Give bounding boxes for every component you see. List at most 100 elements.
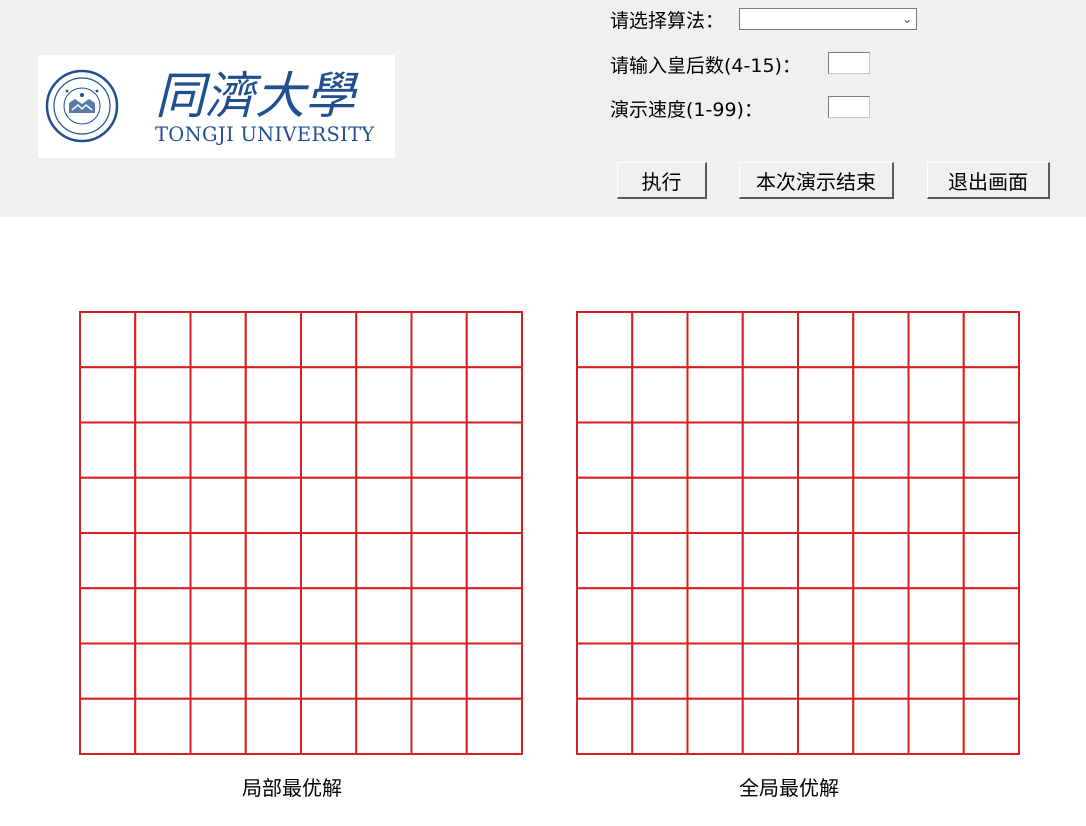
university-seal-icon [45,69,119,143]
board-cell [355,642,413,700]
board-cell [852,697,910,755]
board-cell [797,311,855,369]
board-cell [300,311,358,369]
board-cell [355,421,413,479]
board-cell [300,421,358,479]
board-cell [797,587,855,645]
board-cell [907,532,965,590]
board-cell [962,642,1020,700]
board-cell [962,697,1020,755]
board-cell [134,697,192,755]
chevron-down-icon[interactable]: ⌄ [902,11,912,27]
board-cell [686,311,744,369]
board-cell [465,476,523,534]
speed-input[interactable] [828,96,870,118]
board-cell [79,476,137,534]
board-cell [134,366,192,424]
board-cell [300,532,358,590]
board-cell [686,421,744,479]
board-cell [79,366,137,424]
board-cell [907,476,965,534]
board-cell [244,642,302,700]
local-optimum-board [79,311,523,755]
board-cell [797,476,855,534]
board-cell [907,421,965,479]
board-cell [300,642,358,700]
board-cell [244,366,302,424]
run-button[interactable]: 执行 [617,162,707,199]
board-cell [797,697,855,755]
board-cell [686,587,744,645]
board-cell [741,421,799,479]
board-cell [189,421,247,479]
board-cell [852,476,910,534]
board-cell [410,587,468,645]
board-cell [962,476,1020,534]
board-cell [631,642,689,700]
board-cell [465,697,523,755]
global-optimum-title: 全局最优解 [739,776,839,800]
board-cell [79,587,137,645]
university-logo: 同濟大學 TONGJI UNIVERSITY [38,55,395,158]
queens-input[interactable] [828,52,870,74]
board-cell [686,697,744,755]
board-cell [962,421,1020,479]
svg-text:同濟大學: 同濟大學 [155,67,359,125]
board-cell [907,311,965,369]
board-cell [244,587,302,645]
board-cell [465,642,523,700]
logo-english-name: TONGJI UNIVERSITY [155,123,375,146]
board-cell [631,697,689,755]
board-cell [907,697,965,755]
board-cell [852,532,910,590]
board-cell [134,642,192,700]
board-cell [79,642,137,700]
board-cell [134,311,192,369]
board-cell [355,587,413,645]
board-cell [741,587,799,645]
exit-button[interactable]: 退出画面 [927,162,1050,199]
board-cell [465,587,523,645]
board-cell [465,366,523,424]
board-cell [852,366,910,424]
board-cell [631,311,689,369]
board-cell [244,311,302,369]
board-cell [741,642,799,700]
board-cell [300,587,358,645]
board-cell [576,476,634,534]
board-cell [465,532,523,590]
board-cell [465,311,523,369]
board-cell [576,366,634,424]
board-cell [410,642,468,700]
board-cell [410,311,468,369]
board-cell [576,311,634,369]
board-cell [79,532,137,590]
board-cell [797,642,855,700]
algorithm-select[interactable]: ⌄ [739,8,917,30]
board-cell [189,476,247,534]
end-demo-button[interactable]: 本次演示结束 [739,162,894,199]
board-cell [244,697,302,755]
board-cell [244,421,302,479]
board-cell [576,532,634,590]
board-cell [631,532,689,590]
board-cell [631,421,689,479]
speed-label: 演示速度(1-99)： [610,99,763,121]
board-cell [852,587,910,645]
board-cell [852,642,910,700]
board-cell [79,421,137,479]
board-cell [741,476,799,534]
board-cell [962,366,1020,424]
board-cell [134,532,192,590]
board-cell [962,311,1020,369]
board-cell [355,697,413,755]
board-cell [797,421,855,479]
local-optimum-title: 局部最优解 [242,776,342,800]
board-cell [741,311,799,369]
algorithm-label: 请选择算法： [610,10,725,32]
global-optimum-board [576,311,1020,755]
board-cell [355,311,413,369]
board-cell [410,366,468,424]
board-cell [410,697,468,755]
board-cell [79,311,137,369]
